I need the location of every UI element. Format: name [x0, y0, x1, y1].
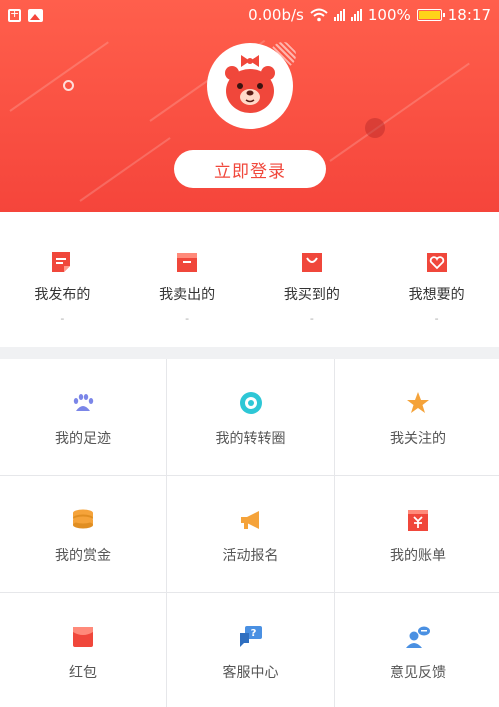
circle-icon	[239, 392, 262, 414]
paw-icon	[73, 394, 94, 411]
grid-item-bounty[interactable]: 我的赏金	[0, 476, 166, 592]
battery-icon	[416, 9, 445, 21]
stat-label: 我卖出的	[159, 287, 216, 303]
stat-count: -	[434, 312, 439, 325]
stat-count: -	[309, 312, 314, 325]
decor-ring	[63, 80, 74, 91]
decor-streak	[329, 62, 470, 162]
profile-header: 0.00b/s 100% 18:17	[0, 0, 499, 212]
stat-label: 我发布的	[34, 287, 91, 303]
stat-count: -	[185, 312, 190, 325]
grid-item-red-packet[interactable]: 红包	[0, 593, 166, 707]
grid-item-label: 意见反馈	[390, 665, 446, 681]
status-bar: 0.00b/s 100% 18:17	[0, 0, 499, 30]
grid-item-following[interactable]: 我关注的	[335, 359, 499, 475]
bill-icon	[408, 510, 428, 531]
grid-item-feedback[interactable]: 意见反馈	[335, 593, 499, 707]
grid-item-bill[interactable]: 我的账单	[335, 476, 499, 592]
signal-icon	[350, 9, 362, 21]
red-packet-icon	[73, 627, 93, 647]
grid-item-label: 我关注的	[390, 431, 446, 447]
grid-item-label: 我的赏金	[55, 548, 111, 564]
grid-item-footprint[interactable]: 我的足迹	[0, 359, 166, 475]
avatar[interactable]	[207, 43, 293, 129]
bear-mascot-icon	[225, 55, 275, 113]
signal-icon	[333, 9, 345, 21]
post-icon	[52, 252, 71, 272]
grid-item-label: 我的转转圈	[215, 431, 286, 447]
star-icon	[407, 392, 429, 413]
sold-box-icon	[177, 253, 198, 272]
wifi-icon	[310, 8, 328, 22]
stat-count: -	[60, 312, 65, 325]
stat-label: 我买到的	[283, 287, 340, 303]
decor-streak	[79, 137, 171, 202]
grid-item-support[interactable]: ? 客服中心	[167, 593, 334, 707]
stat-sold[interactable]: 我卖出的 -	[125, 212, 250, 347]
image-notification-icon	[28, 8, 43, 22]
bought-bag-icon	[301, 253, 322, 272]
clock: 18:17	[447, 6, 491, 24]
want-heart-icon	[426, 253, 447, 272]
feedback-icon	[406, 626, 430, 648]
grid-item-label: 红包	[69, 665, 97, 681]
stat-label: 我想要的	[408, 287, 465, 303]
login-button[interactable]: 立即登录	[174, 150, 326, 188]
grid-item-event-signup[interactable]: 活动报名	[167, 476, 334, 592]
grid-item-circle[interactable]: 我的转转圈	[167, 359, 334, 475]
coins-icon	[73, 509, 93, 529]
network-speed: 0.00b/s	[248, 6, 304, 24]
feature-grid: 我的足迹 我的转转圈 我关注的 我的赏金 活动报名 我的账单 红包 ? 客服中心…	[0, 359, 499, 707]
stat-bought[interactable]: 我买到的 -	[250, 212, 375, 347]
stat-posted[interactable]: 我发布的 -	[0, 212, 125, 347]
grid-item-label: 我的足迹	[55, 431, 111, 447]
support-chat-icon: ?	[239, 626, 262, 647]
decor-dot	[365, 118, 385, 138]
megaphone-icon	[240, 511, 259, 529]
grid-item-label: 活动报名	[222, 548, 279, 564]
notification-icon	[8, 7, 21, 22]
order-stats: 我发布的 - 我卖出的 - 我买到的 - 我想要的 -	[0, 212, 499, 347]
grid-item-label: 我的账单	[390, 548, 446, 564]
decor-streak	[9, 41, 109, 112]
grid-item-label: 客服中心	[222, 665, 279, 681]
battery-percent: 100%	[367, 6, 411, 24]
svg-text:?: ?	[250, 628, 256, 639]
stat-wanted[interactable]: 我想要的 -	[374, 212, 499, 347]
